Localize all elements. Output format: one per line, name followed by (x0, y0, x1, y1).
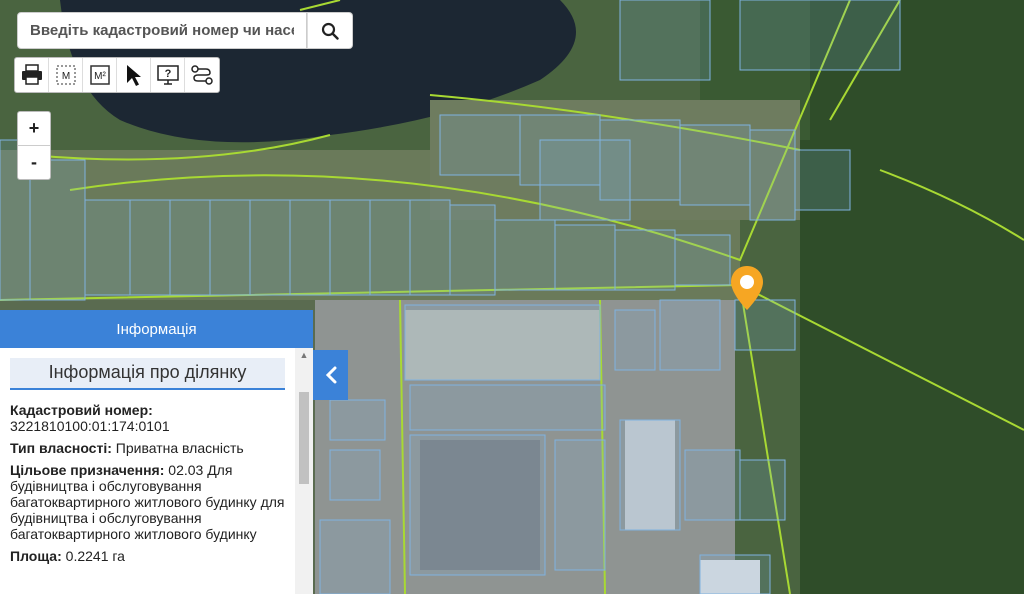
zoom-in-button[interactable]: + (18, 112, 50, 146)
measure-distance-label: M (61, 71, 69, 82)
map-toolbar: M M² ? (14, 57, 220, 93)
print-tool[interactable] (15, 58, 49, 92)
purpose-label: Цільове призначення: (10, 462, 165, 478)
info-panel-header: Інформація (0, 310, 313, 348)
measure-distance-tool[interactable]: M (49, 58, 83, 92)
measure-area-tool[interactable]: M² (83, 58, 117, 92)
search-box[interactable] (17, 12, 307, 49)
measure-area-label: M² (94, 71, 106, 82)
scroll-up-arrow-icon[interactable]: ▲ (295, 348, 313, 362)
ownership-value: Приватна власність (115, 440, 244, 456)
cadastral-value: 3221810100:01:174:0101 (10, 418, 170, 434)
search-button[interactable] (307, 12, 353, 49)
area-label: Площа: (10, 548, 62, 564)
cursor-icon (126, 65, 141, 86)
printer-icon (21, 64, 42, 85)
cadastral-label: Кадастровий номер: (10, 402, 153, 418)
map-pin-icon (731, 266, 763, 310)
scroll-thumb[interactable] (299, 392, 309, 484)
purpose-row: Цільове призначення: 02.03 Для будівницт… (10, 462, 285, 542)
info-panel-scrollbar[interactable]: ▲ (295, 348, 313, 594)
measure-distance-icon: M (56, 65, 75, 85)
area-value: 0.2241 га (65, 548, 125, 564)
location-marker[interactable] (729, 264, 765, 317)
help-tool[interactable]: ? (151, 58, 185, 92)
search-icon (321, 22, 339, 40)
ownership-label: Тип власності: (10, 440, 112, 456)
parcel-info-title: Інформація про ділянку (10, 358, 285, 390)
info-panel: Інформація Інформація про ділянку Кадаст… (0, 310, 313, 594)
route-icon (191, 65, 213, 85)
route-tool[interactable] (185, 58, 219, 92)
info-panel-body: Інформація про ділянку Кадастровий номер… (0, 348, 295, 594)
help-label: ? (164, 68, 171, 80)
cadastral-row: Кадастровий номер: 3221810100:01:174:010… (10, 402, 285, 434)
area-row: Площа: 0.2241 га (10, 548, 285, 564)
select-tool[interactable] (117, 58, 151, 92)
zoom-out-button[interactable]: - (18, 146, 50, 179)
ownership-row: Тип власності: Приватна власність (10, 440, 285, 456)
help-icon: ? (156, 65, 179, 85)
measure-area-icon: M² (89, 65, 110, 85)
chevron-left-icon (325, 366, 336, 384)
zoom-control: + - (17, 111, 51, 180)
search-input[interactable] (18, 13, 306, 48)
collapse-panel-button[interactable] (313, 350, 348, 400)
